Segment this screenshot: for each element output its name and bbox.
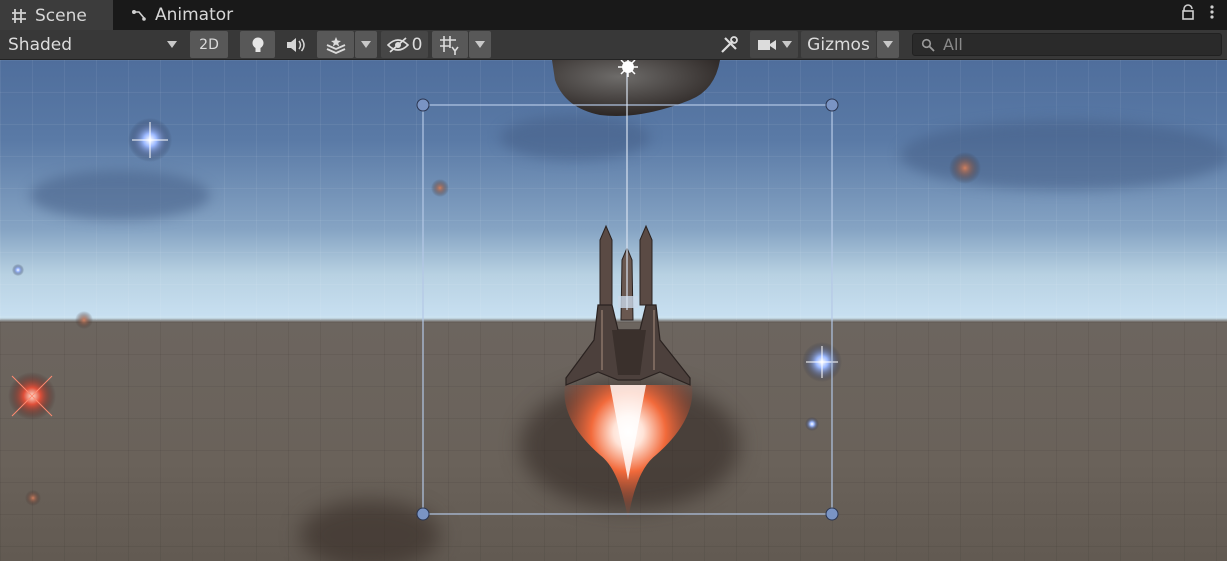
- tab-bar: Scene Animator: [0, 0, 1227, 30]
- tools-icon: [721, 35, 738, 53]
- hidden-objects-count: 0: [411, 34, 423, 55]
- chevron-down-icon: [781, 41, 792, 48]
- dim-star: [431, 179, 449, 197]
- more-options-icon[interactable]: [1209, 4, 1215, 20]
- effects-layers-icon: [326, 36, 345, 54]
- resize-handle[interactable]: [416, 98, 430, 112]
- gizmos-dropdown[interactable]: [877, 31, 899, 58]
- tab-animator[interactable]: Animator: [130, 0, 233, 30]
- star: [802, 342, 842, 382]
- audio-toggle[interactable]: [277, 31, 313, 58]
- dim-star: [805, 417, 819, 431]
- tab-scene-label: Scene: [35, 6, 87, 26]
- scene-viewport[interactable]: [0, 60, 1227, 561]
- gizmos-label: Gizmos: [807, 34, 870, 55]
- mode-2d-button[interactable]: 2D: [190, 31, 228, 58]
- engine-flame: [564, 385, 693, 520]
- chevron-down-icon: [883, 41, 893, 48]
- lighting-toggle[interactable]: [240, 31, 275, 58]
- grid-icon: [12, 9, 26, 23]
- resize-handle[interactable]: [825, 98, 839, 112]
- resize-handle[interactable]: [825, 507, 839, 521]
- dim-star: [949, 152, 981, 184]
- scene-visibility-toggle[interactable]: 0: [381, 31, 428, 58]
- grid-snap-icon: [440, 35, 459, 55]
- effects-dropdown[interactable]: [355, 31, 377, 58]
- mode-2d-label: 2D: [199, 36, 219, 53]
- asteroid[interactable]: [552, 60, 720, 116]
- search-icon: [921, 38, 935, 52]
- tab-scene[interactable]: Scene: [0, 0, 113, 30]
- eye-hidden-icon: [386, 36, 409, 53]
- spaceship[interactable]: [565, 224, 691, 386]
- effects-toggle[interactable]: [317, 31, 354, 58]
- star: [128, 118, 172, 162]
- chevron-down-icon: [475, 41, 485, 48]
- draw-mode-label: Shaded: [8, 34, 73, 55]
- camera-settings-dropdown[interactable]: [750, 31, 798, 58]
- draw-mode-dropdown[interactable]: Shaded: [0, 31, 185, 58]
- grid-snapping-toggle[interactable]: [432, 31, 468, 58]
- scene-objects: [8, 60, 981, 521]
- gizmos-button[interactable]: Gizmos: [801, 31, 876, 58]
- animator-icon: [132, 10, 146, 21]
- chevron-down-icon: [361, 41, 371, 48]
- search-placeholder: All: [943, 35, 963, 54]
- tools-button[interactable]: [712, 31, 746, 58]
- lock-icon[interactable]: [1181, 4, 1195, 20]
- camera-icon: [757, 39, 776, 50]
- star: [8, 372, 56, 420]
- resize-handle[interactable]: [416, 507, 430, 521]
- tab-animator-label: Animator: [155, 5, 234, 25]
- dim-star: [12, 264, 24, 276]
- lightbulb-icon: [252, 37, 263, 52]
- window-controls: [1181, 4, 1215, 20]
- dim-star: [75, 311, 93, 329]
- chevron-down-icon: [167, 41, 177, 48]
- grid-dropdown[interactable]: [469, 31, 491, 58]
- speaker-icon: [287, 37, 305, 52]
- scene-search-field[interactable]: All: [912, 33, 1222, 56]
- dim-star: [25, 490, 41, 506]
